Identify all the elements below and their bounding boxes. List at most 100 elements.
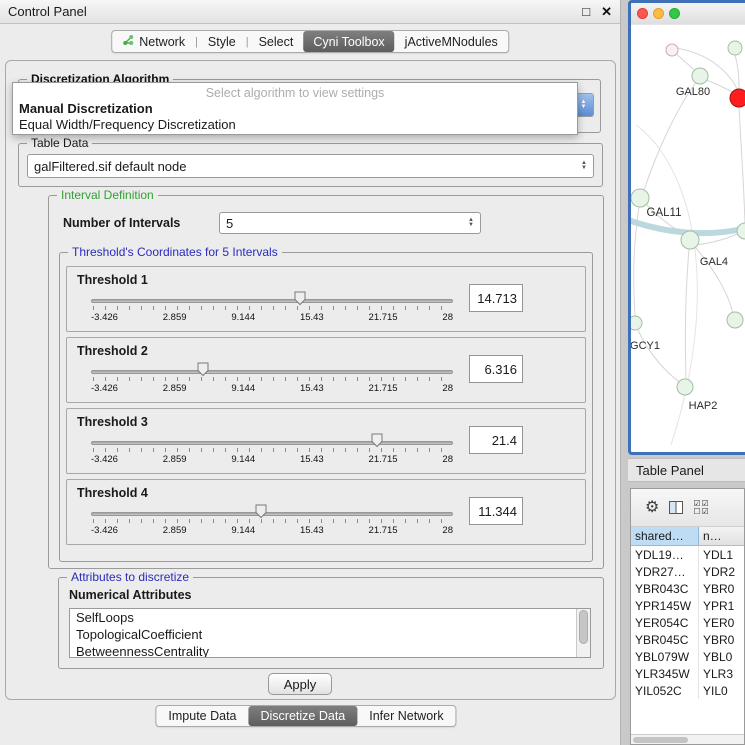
scrollbar-thumb[interactable] [579,610,588,644]
table-row[interactable]: YIL052C YIL0 [631,682,744,699]
threshold-3-value-field[interactable]: 21.4 [469,426,523,454]
float-window-icon[interactable]: □ [582,4,590,19]
list-item[interactable]: TopologicalCoefficient [70,626,590,643]
slider-thumb[interactable] [293,291,306,306]
tab-label: Discretize Data [261,709,346,723]
column-header-shared-name[interactable]: shared… [631,527,699,546]
slider-thumb[interactable] [370,433,383,448]
node-gal4[interactable] [681,231,699,249]
scrollbar-thumb[interactable] [633,737,688,743]
cell-shared-name[interactable]: YBR043C [631,580,699,597]
table-data-group: Table Data galFiltered.sif default node … [18,143,603,187]
slider-track[interactable] [91,512,453,516]
cell-name[interactable]: YBL0 [699,648,744,665]
threshold-2-value-field[interactable]: 6.316 [469,355,523,383]
cell-name[interactable]: YBR0 [699,631,744,648]
table-row[interactable]: YLR345W YLR3 [631,665,744,682]
node-label-hap2: HAP2 [689,400,718,412]
slider-track[interactable] [91,370,453,374]
threshold-4-value-field[interactable]: 11.344 [469,497,523,525]
cell-name[interactable]: YBR0 [699,580,744,597]
network-view-window[interactable]: GAL80 GAL11 GAL4 GCY1 HAP2 [628,0,745,455]
tab-jactivemnodules[interactable]: jActiveMNodules [395,31,508,52]
tab-cyni-toolbox[interactable]: Cyni Toolbox [303,31,394,52]
scale-label: 28 [442,312,453,323]
table-row[interactable]: YDL19… YDL1 [631,546,744,563]
tab-network[interactable]: Network [112,31,195,52]
slider-track[interactable] [91,441,453,445]
table-row[interactable]: YBR045C YBR0 [631,631,744,648]
threshold-2-slider[interactable]: -3.4262.8599.14415.4321.71528 [91,362,453,398]
cell-shared-name[interactable]: YDL19… [631,546,699,563]
table-row[interactable]: YPR145W YPR1 [631,597,744,614]
cell-name[interactable]: YDL1 [699,546,744,563]
threshold-label: Threshold 1 [77,273,148,287]
cell-shared-name[interactable]: YPR145W [631,597,699,614]
cell-name[interactable]: YDR2 [699,563,744,580]
scale-label: 2.859 [163,454,187,465]
node[interactable] [737,223,745,239]
cell-shared-name[interactable]: YBL079W [631,648,699,665]
gear-icon[interactable]: ⚙ [645,500,659,516]
slider-thumb[interactable] [197,362,210,377]
threshold-4-panel: Threshold 4 -3.4262.8599.14415.4321.7152… [66,479,586,545]
traffic-light-close-icon[interactable] [637,8,648,19]
scale-label: 21.715 [369,312,398,323]
node[interactable] [728,41,742,55]
slider-thumb[interactable] [255,504,268,519]
control-panel-window: Control Panel □ ✕ Network | [0,0,621,745]
table-row[interactable]: YER054C YER0 [631,614,744,631]
cell-shared-name[interactable]: YDR27… [631,563,699,580]
traffic-light-zoom-icon[interactable] [669,8,680,19]
tab-select[interactable]: Select [249,31,304,52]
tab-label: Infer Network [369,709,443,723]
tab-infer-network[interactable]: Infer Network [357,706,455,726]
cell-shared-name[interactable]: YIL052C [631,682,699,699]
tab-discretize-data[interactable]: Discretize Data [249,706,358,726]
dropdown-option-equal-width-frequency[interactable]: Equal Width/Frequency Discretization [13,117,577,133]
list-item[interactable]: BetweennessCentrality [70,643,590,658]
cell-name[interactable]: YIL0 [699,682,744,699]
horizontal-scrollbar[interactable] [631,734,744,744]
node-gcy1[interactable] [631,316,642,330]
group-title: Threshold's Coordinates for 5 Intervals [68,245,282,259]
traffic-light-minimize-icon[interactable] [653,8,664,19]
apply-button[interactable]: Apply [268,673,332,695]
threshold-1-value-field[interactable]: 14.713 [469,284,523,312]
slider-ticks [93,377,451,381]
threshold-4-slider[interactable]: -3.4262.8599.14415.4321.71528 [91,504,453,540]
scale-label: 28 [442,383,453,394]
node-hap2[interactable] [677,379,693,395]
cell-name[interactable]: YLR3 [699,665,744,682]
columns-icon[interactable] [669,501,683,514]
attributes-listbox[interactable]: SelfLoopsTopologicalCoefficientBetweenne… [69,608,591,658]
threshold-1-slider[interactable]: -3.4262.8599.14415.4321.71528 [91,291,453,327]
checkbox-grid-icon[interactable]: ☑ ☑ ☐ ☑ [693,500,708,516]
tab-impute-data[interactable]: Impute Data [156,706,248,726]
cell-shared-name[interactable]: YER054C [631,614,699,631]
slider-ticks [93,519,451,523]
dropdown-option-manual-discretization[interactable]: Manual Discretization [13,101,577,117]
node[interactable] [666,44,678,56]
cell-shared-name[interactable]: YLR345W [631,665,699,682]
close-icon[interactable]: ✕ [601,4,612,20]
node-gal80[interactable] [692,68,708,84]
number-of-intervals-combobox[interactable]: 5 ▲ ▼ [219,212,481,234]
node-selected-red[interactable] [730,89,745,107]
cell-name[interactable]: YER0 [699,614,744,631]
tab-style[interactable]: Style [198,31,246,52]
table-row[interactable]: YDR27… YDR2 [631,563,744,580]
cell-shared-name[interactable]: YBR045C [631,631,699,648]
vertical-scrollbar[interactable] [576,609,590,657]
column-header-name[interactable]: n… [699,527,744,546]
node[interactable] [727,312,743,328]
network-canvas[interactable]: GAL80 GAL11 GAL4 GCY1 HAP2 [631,25,745,455]
table-row[interactable]: YBR043C YBR0 [631,580,744,597]
table-row[interactable]: YBL079W YBL0 [631,648,744,665]
threshold-3-slider[interactable]: -3.4262.8599.14415.4321.71528 [91,433,453,469]
slider-track[interactable] [91,299,453,303]
table-data-combobox[interactable]: galFiltered.sif default node ▲ ▼ [27,154,594,178]
list-item[interactable]: SelfLoops [70,609,590,626]
node-gal11[interactable] [631,189,649,207]
cell-name[interactable]: YPR1 [699,597,744,614]
